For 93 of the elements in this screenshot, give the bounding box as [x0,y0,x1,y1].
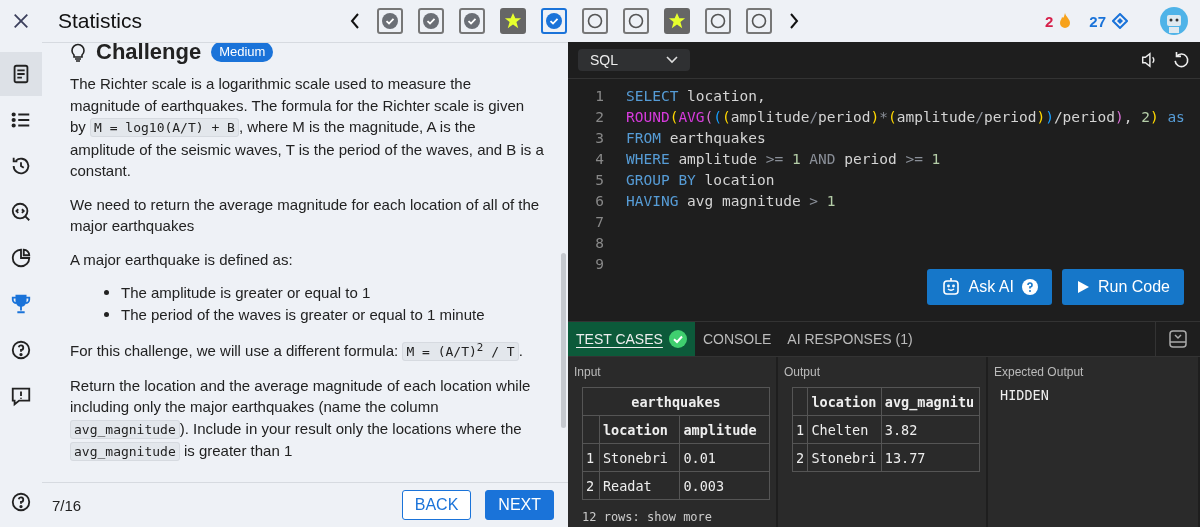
line-number: 2 [594,108,604,125]
column-header: location [599,415,680,444]
column-header: location [807,387,882,416]
flame-icon [1059,13,1072,29]
step-button[interactable] [459,8,485,34]
run-code-button[interactable]: Run Code [1061,269,1184,305]
ask-ai-button[interactable]: Ask AI [926,269,1052,305]
paragraph: For this challenge, we will use a different formula: M = (A/T)$^{2}$ / T . [70,340,524,363]
chevron-right-icon[interactable] [787,11,801,31]
line-number: 3 [594,129,604,146]
back-button[interactable]: BACK [401,490,472,520]
close-icon[interactable] [12,12,30,30]
table-cell: 0.01 [679,443,770,472]
collapse-panel-icon[interactable] [1168,329,1188,349]
paragraph: Return the location and the average magnitude of each location while including only the major earthquakes (name the column avg_magnitude ). Include in your result only the locations where the avg_magnitude is greater than 1 [70,375,532,463]
results-tab[interactable]: TEST CASES [568,322,695,356]
step-button[interactable] [500,8,526,34]
show-more-link[interactable]: 12 rows: show more [582,510,770,524]
circle-icon [587,13,603,29]
chevron-down-icon [666,56,678,64]
line-number: 8 [594,234,604,251]
circle-icon [628,13,644,29]
check-icon [546,13,562,29]
lightbulb-icon [70,43,86,62]
code-line: FROM earthquakes [626,129,766,146]
table-cell: Stonebri [807,443,882,472]
column-header: avg_magnitu [881,387,980,416]
paragraph: A major earthquake is defined as: [70,249,294,270]
chevron-left-icon[interactable] [348,11,362,31]
code-line: WHERE amplitude >= 1 AND period >= 1 [626,150,941,167]
reset-icon[interactable] [1172,51,1190,69]
row-index: 2 [582,471,600,500]
row-index: 2 [792,443,808,472]
table-cell: Readat [599,471,680,500]
next-button[interactable]: NEXT [485,490,554,520]
paragraph: We need to return the average magnitude for each location of all of the major earthquakes [70,194,541,236]
code-line: SELECT location, [626,87,766,104]
line-number: 7 [594,213,604,230]
page-title: Statistics [58,9,144,33]
check-icon [423,13,439,29]
step-button[interactable] [664,8,690,34]
results-tab[interactable]: AI RESPONSES (1) [779,322,921,356]
difficulty-badge: Medium [211,43,274,62]
help-icon[interactable] [10,491,32,513]
line-number: 1 [594,87,604,104]
circle-icon [710,13,726,29]
row-index: 1 [582,443,600,472]
line-number: 6 [594,192,604,209]
step-button[interactable] [746,8,772,34]
line-number: 4 [594,150,604,167]
language-dropdown[interactable]: SQL [578,49,690,71]
line-number: 9 [594,255,604,272]
table-cell: Stonebri [599,443,680,472]
table-cell: Chelten [807,415,882,444]
gem-count: 27 [1089,12,1106,30]
code-line: GROUP BY location [626,171,775,188]
step-button[interactable] [418,8,444,34]
code-line: HAVING avg_magnitude > 1 [626,192,836,209]
progress-count: 7/16 [52,496,82,514]
code-line: ROUND(AVG(((amplitude/period)*(amplitude/period))/period), 2) as [626,108,1185,125]
check-icon [382,13,398,29]
step-button[interactable] [705,8,731,34]
results-tab[interactable]: CONSOLE [694,322,780,356]
streak-count: 2 [1044,12,1054,30]
table-cell: 3.82 [881,415,980,444]
expected-output-value: HIDDEN [1000,387,1050,403]
diamond-icon [1112,13,1128,29]
bullet-item: The period of the waves is greater or equal to 1 minute [104,303,544,325]
step-button[interactable] [623,8,649,34]
column-header: amplitude [679,415,770,444]
challenge-title: Challenge [96,43,202,63]
robot-icon [940,277,961,297]
table-caption: earthquakes [582,387,770,416]
circle-icon [751,13,767,29]
line-number: 5 [594,171,604,188]
scrollbar[interactable] [561,253,566,428]
star-icon [668,12,686,30]
play-icon [1075,280,1090,294]
step-button[interactable] [541,8,567,34]
help-icon [1021,279,1038,295]
bullet-item: The amplitude is greater or equal to 1 [104,282,544,304]
input-label: Input [574,365,602,379]
check-icon [464,13,480,29]
table-cell: 13.77 [881,443,980,472]
step-button[interactable] [582,8,608,34]
expected-output-label: Expected Output [994,365,1085,379]
paragraph: The Richter scale is a logarithmic scale used to measure the magnitude of earthquakes. The formula for the Richter scale is given by M = log10(A/T) + B , where M is the magnitude, A is the amplitude of the seismic waves, T is the period of the waves, and B is a constant. [70,74,544,181]
star-icon [504,12,522,30]
document-icon[interactable] [0,52,42,96]
row-index: 1 [792,415,808,444]
table-cell: 0.003 [679,471,770,500]
output-label: Output [784,365,822,379]
step-button[interactable] [377,8,403,34]
